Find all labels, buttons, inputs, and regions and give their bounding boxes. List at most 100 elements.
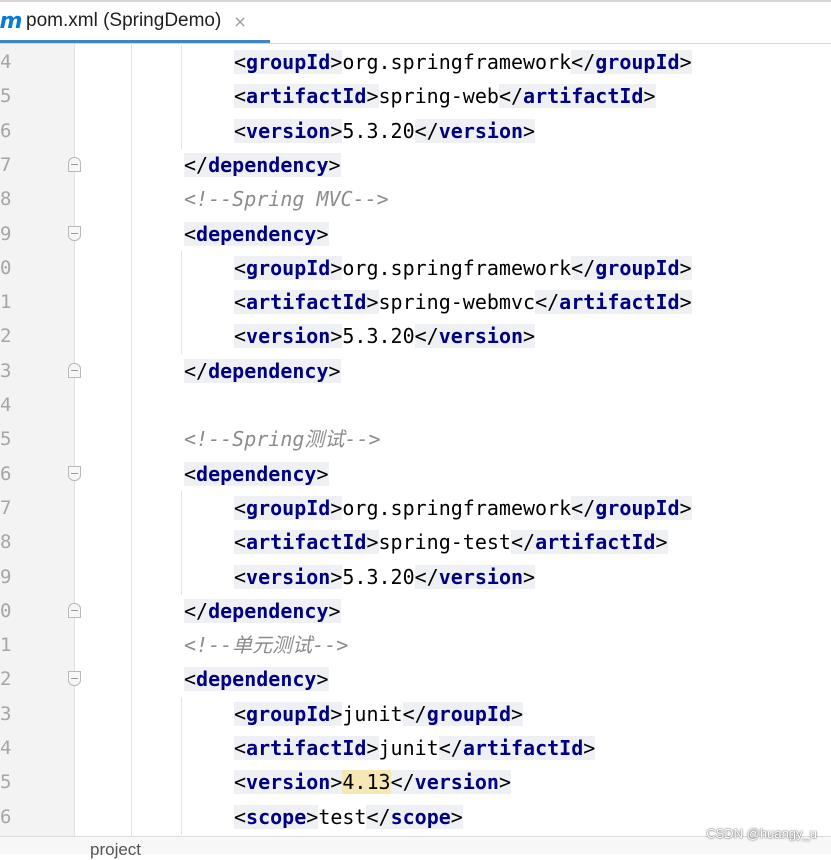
line-number: 8 [0, 531, 12, 554]
code-line: 9 <version>5.3.20</version> [0, 559, 831, 595]
close-tag: </version> [414, 564, 536, 589]
bracket: > [330, 324, 343, 349]
bracket: < [184, 667, 197, 692]
fold-collapse-icon[interactable] [68, 465, 81, 481]
line-number: 7 [0, 496, 12, 519]
code-text[interactable]: <dependency> [184, 220, 329, 248]
tag-value: spring-test [378, 530, 511, 555]
close-tag: </groupId> [571, 495, 692, 520]
tag-name: dependency [196, 221, 317, 246]
bracket: </ [510, 530, 536, 555]
open-tag: <groupId> [234, 701, 343, 726]
bracket: > [330, 495, 343, 520]
bracket: > [643, 84, 656, 109]
bracket: </ [438, 736, 463, 760]
tag-name: groupId [595, 50, 680, 74]
tag-name: groupId [246, 701, 331, 726]
bracket: < [234, 564, 247, 589]
bracket: </ [184, 598, 209, 623]
code-text[interactable]: <version>5.3.20</version> [234, 563, 536, 591]
bracket: > [679, 290, 692, 315]
code-line: 7 </dependency> [0, 148, 831, 182]
tag-name: artifactId [246, 84, 367, 109]
code-text[interactable]: <groupId>junit</groupId> [234, 700, 524, 728]
bracket: > [306, 804, 319, 829]
tag-name: groupId [595, 495, 680, 520]
xml-comment: <!--Spring测试--> [184, 427, 381, 452]
bracket: > [511, 701, 524, 726]
tag-name: dependency [208, 152, 329, 177]
line-number: 3 [0, 702, 12, 725]
open-tag: <artifactId> [234, 290, 379, 315]
code-text[interactable]: <!--Spring MVC--> [184, 185, 389, 213]
indent-guide [181, 765, 182, 801]
code-text[interactable]: <groupId>org.springframework</groupId> [234, 48, 692, 76]
bracket: > [330, 50, 343, 74]
fold-end-icon[interactable] [68, 156, 81, 172]
close-icon[interactable]: × [233, 12, 246, 31]
close-tag: </dependency> [184, 598, 341, 623]
code-text[interactable]: <artifactId>spring-web</artifactId> [234, 82, 656, 110]
tag-value: org.springframework [342, 50, 572, 74]
fold-collapse-icon[interactable] [68, 225, 81, 241]
tag-name: groupId [246, 50, 331, 74]
line-number: 9 [0, 222, 12, 245]
code-text[interactable]: <artifactId>junit</artifactId> [234, 734, 596, 762]
code-editor[interactable]: 4 <groupId>org.springframework</groupId> 5… [0, 44, 831, 836]
code-line: 4 <artifactId>junit</artifactId> [0, 731, 831, 766]
code-text[interactable]: </dependency> [184, 597, 341, 625]
code-text[interactable]: <groupId>org.springframework</groupId> [234, 254, 692, 282]
tab-title: pom.xml (SpringDemo) [26, 10, 222, 31]
bracket: > [330, 701, 343, 726]
tag-name: version [414, 770, 499, 795]
tab-pom-xml[interactable]: m pom.xml (SpringDemo) × [0, 2, 270, 43]
xml-comment: <!--单元测试--> [184, 633, 349, 658]
code-text[interactable]: <dependency> [184, 460, 329, 488]
code-text[interactable]: <groupId>org.springframework</groupId> [234, 494, 692, 522]
xml-comment: <!--Spring MVC--> [184, 187, 389, 212]
bracket: </ [366, 804, 391, 829]
tag-value: org.springframework [342, 255, 572, 280]
bracket: > [330, 255, 343, 280]
code-text[interactable]: </dependency> [184, 151, 341, 179]
tag-name: artifactId [462, 736, 584, 760]
open-tag: <groupId> [234, 495, 343, 520]
indent-guide [181, 696, 182, 732]
code-text[interactable]: <!--单元测试--> [184, 631, 348, 659]
breadcrumb[interactable]: project [90, 840, 141, 860]
code-text[interactable]: <version>5.3.20</version> [234, 322, 536, 350]
code-text[interactable]: <scope>test</scope> [234, 803, 463, 831]
code-text[interactable]: <version>5.3.20</version> [234, 117, 536, 145]
bracket: < [234, 530, 247, 555]
open-tag: <dependency> [184, 461, 329, 486]
tag-name: artifactId [559, 290, 680, 315]
code-text[interactable]: <artifactId>spring-test</artifactId> [234, 528, 668, 556]
fold-end-icon[interactable] [68, 362, 81, 378]
code-text[interactable]: <!--Spring测试--> [184, 425, 381, 453]
tag-name: dependency [196, 667, 317, 692]
tag-value: spring-webmvc [378, 290, 536, 315]
code-line: 6 <dependency> [0, 457, 831, 491]
code-line: 2 <dependency> [0, 662, 831, 696]
line-number: 9 [0, 565, 12, 588]
indent-guide [181, 731, 182, 766]
code-text[interactable]: <version>4.13</version> [234, 768, 511, 796]
code-text[interactable]: <artifactId>spring-webmvc</artifactId> [234, 288, 692, 316]
open-tag: <version> [234, 324, 343, 349]
open-tag: <artifactId> [234, 84, 379, 109]
fold-collapse-icon[interactable] [68, 671, 81, 687]
bracket: </ [414, 324, 439, 349]
line-number: 8 [0, 188, 12, 211]
bracket: > [328, 358, 341, 383]
line-number: 3 [0, 359, 12, 382]
code-text[interactable]: <dependency> [184, 665, 329, 693]
bracket: > [523, 324, 536, 349]
indent-guide [181, 799, 182, 835]
code-text[interactable]: </dependency> [184, 357, 341, 385]
close-tag: </artifactId> [438, 736, 596, 760]
fold-end-icon[interactable] [68, 602, 81, 618]
close-tag: </groupId> [571, 255, 692, 280]
tag-name: groupId [595, 255, 680, 280]
tag-value: spring-web [378, 84, 499, 109]
bracket: < [234, 118, 247, 143]
